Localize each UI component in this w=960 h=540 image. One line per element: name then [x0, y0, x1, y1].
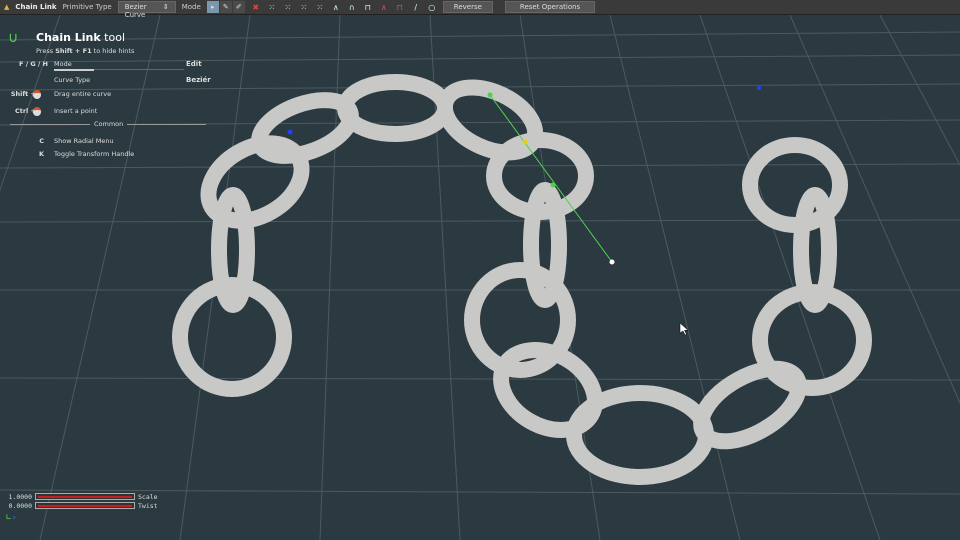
- twist-label: Twist: [138, 501, 158, 510]
- chain-link: [493, 342, 603, 438]
- axis-gizmo-icon: ∟›: [6, 513, 17, 523]
- operation-sliders: 1.0000 Scale 0.0000 Twist ∟›: [6, 492, 158, 524]
- smooth-icon[interactable]: ∩: [347, 3, 357, 12]
- edit-mode-icon[interactable]: ✎: [219, 1, 232, 13]
- toolbar: ▲ Chain Link Primitive Type Bezier Curve…: [0, 0, 960, 19]
- chain-link-icon: ∪: [8, 30, 19, 46]
- stepper-icon: ⇕: [162, 3, 169, 11]
- primitive-type-value: Bezier Curve: [124, 3, 147, 19]
- select-mode-icon[interactable]: ▸: [206, 1, 219, 13]
- scale-slider[interactable]: [35, 493, 135, 500]
- scale-value[interactable]: 1.0000: [6, 493, 32, 501]
- scale-label: Scale: [138, 492, 158, 501]
- delete-point-icon[interactable]: ✖: [251, 3, 261, 12]
- draw-mode-icon[interactable]: ✐: [232, 1, 245, 13]
- mouse-click-icon: [33, 107, 41, 116]
- primitive-type-label: Primitive Type: [62, 3, 112, 11]
- chain-link: [693, 360, 807, 450]
- chain: [172, 74, 872, 485]
- reverse-button[interactable]: Reverse: [442, 1, 493, 13]
- hint-curve-type: Curve Type Beziér: [54, 76, 211, 84]
- chain-link: [337, 74, 453, 142]
- chain-link: [742, 137, 848, 233]
- point-op-2-icon[interactable]: ⁙: [283, 3, 293, 12]
- reset-operations-button[interactable]: Reset Operations: [504, 1, 596, 13]
- common-divider: Common: [10, 120, 206, 128]
- hint-radial: C Show Radial Menu: [39, 137, 114, 145]
- twist-value[interactable]: 0.0000: [6, 502, 32, 510]
- bezier-icon[interactable]: ⊓: [363, 3, 373, 12]
- corner-icon[interactable]: ∧: [331, 3, 341, 12]
- hint-ctrl: Ctrl + Insert a point: [14, 107, 98, 116]
- close-curve-icon[interactable]: ○: [427, 3, 437, 12]
- point-op-4-icon[interactable]: ⁙: [315, 3, 325, 12]
- hints-subtitle: Press Shift + F1 to hide hints: [36, 47, 135, 55]
- point-op-3-icon[interactable]: ⁙: [299, 3, 309, 12]
- twist-slider-row: 0.0000 Twist: [6, 501, 158, 510]
- chain-link: [566, 385, 714, 485]
- chain-link-tool-icon: ▲: [4, 3, 10, 11]
- hint-shift: Shift + Drag entire curve: [10, 90, 112, 99]
- break-corner-icon[interactable]: ∧: [379, 3, 389, 12]
- twist-slider[interactable]: [35, 502, 135, 509]
- point-op-1-icon[interactable]: ⁙: [267, 3, 277, 12]
- hint-mode: F / G / H Mode Edit: [6, 60, 216, 71]
- tool-title: Chain Link: [15, 3, 57, 11]
- scale-slider-row: 1.0000 Scale: [6, 492, 158, 501]
- split-icon[interactable]: ⊓: [395, 3, 405, 12]
- chain-link: [436, 79, 544, 161]
- line-icon[interactable]: /: [411, 3, 421, 12]
- primitive-type-select[interactable]: Bezier Curve ⇕: [117, 1, 176, 19]
- hints-title: Chain Link tool: [36, 31, 126, 44]
- hint-transform: K Toggle Transform Handle: [38, 150, 135, 158]
- mouse-drag-icon: [33, 90, 41, 99]
- mode-label: Mode: [181, 3, 201, 11]
